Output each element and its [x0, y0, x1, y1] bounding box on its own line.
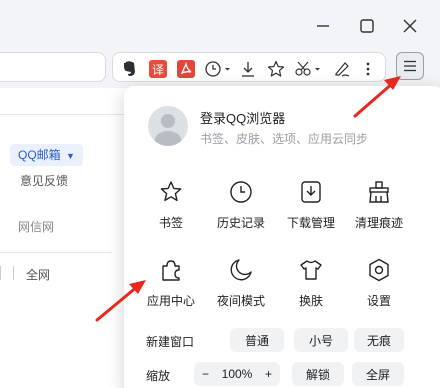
shirt-icon: [297, 256, 325, 284]
menu-item-label: 历史记录: [216, 216, 265, 230]
avatar[interactable]: [148, 106, 188, 146]
translate-icon[interactable]: 译: [147, 58, 169, 80]
wangxin-link[interactable]: 网信网: [18, 218, 54, 235]
favorite-star-icon[interactable]: [265, 58, 287, 80]
clock-icon: [227, 178, 255, 206]
fullscreen-button[interactable]: 全屏: [352, 362, 404, 386]
history-icon[interactable]: [203, 58, 233, 80]
menu-item-downloads[interactable]: 下载管理: [278, 174, 344, 234]
chevron-down-icon: ▼: [66, 151, 75, 161]
moon-icon: [227, 256, 255, 284]
extension-bar: 译: [112, 52, 386, 82]
new-window-small-button[interactable]: 小号: [294, 328, 348, 352]
qqmail-label: QQ邮箱: [18, 148, 61, 162]
zoom-in-button[interactable]: +: [265, 367, 272, 381]
menu-item-label: 换肤: [298, 294, 323, 308]
more-dots-icon[interactable]: [357, 58, 379, 80]
menu-item-clear-traces[interactable]: 清理痕迹: [346, 174, 412, 234]
settings-hexagon-icon: [365, 256, 393, 284]
toolbar: 译: [0, 48, 440, 88]
evernote-icon[interactable]: [119, 58, 141, 80]
login-title[interactable]: 登录QQ浏览器: [200, 108, 285, 127]
zoom-value: 100%: [221, 367, 253, 381]
close-icon[interactable]: [393, 10, 427, 42]
star-icon: [157, 178, 185, 206]
zoom-label: 缩放: [146, 369, 171, 383]
download-icon: [297, 178, 325, 206]
screenshot-scissors-icon[interactable]: [293, 58, 323, 80]
address-bar[interactable]: [0, 52, 106, 82]
minimize-icon[interactable]: [306, 10, 340, 42]
divider: [0, 252, 112, 253]
pdf-icon[interactable]: [175, 58, 197, 80]
browser-menu: 登录QQ浏览器 书签、皮肤、选项、应用云同步 书签 历史记录 下载管理 清理痕迹…: [124, 86, 440, 388]
menu-item-label: 书签: [158, 216, 183, 230]
menu-item-label: 夜间模式: [216, 294, 265, 308]
menu-item-history[interactable]: 历史记录: [208, 174, 274, 234]
menu-item-label: 下载管理: [286, 216, 335, 230]
feedback-link[interactable]: 意见反馈: [20, 172, 68, 189]
title-bar: [0, 0, 440, 48]
menu-item-app-center[interactable]: 应用中心: [138, 252, 204, 312]
menu-item-bookmarks[interactable]: 书签: [138, 174, 204, 234]
puzzle-icon: [157, 256, 185, 284]
maximize-icon[interactable]: [350, 10, 384, 42]
divider: [0, 266, 1, 280]
menu-item-night-mode[interactable]: 夜间模式: [208, 252, 274, 312]
new-window-normal-button[interactable]: 普通: [230, 328, 284, 352]
divider: [13, 266, 14, 280]
translate-glyph: 译: [149, 60, 167, 78]
zoom-out-button[interactable]: −: [202, 367, 209, 381]
menu-item-label: 清理痕迹: [354, 216, 403, 230]
hamburger-menu-icon[interactable]: [396, 52, 424, 80]
menu-item-label: 应用中心: [146, 294, 195, 308]
menu-item-settings[interactable]: 设置: [346, 252, 412, 312]
whole-net-tab[interactable]: 全网: [26, 266, 50, 283]
download-icon[interactable]: [237, 58, 259, 80]
zoom-control: − 100% +: [194, 362, 280, 386]
broom-icon: [365, 178, 393, 206]
menu-item-label: 设置: [366, 294, 391, 308]
new-window-incognito-button[interactable]: 无痕: [354, 328, 404, 352]
sign-pen-icon[interactable]: [331, 58, 353, 80]
menu-item-skin[interactable]: 换肤: [278, 252, 344, 312]
qqmail-button[interactable]: QQ邮箱 ▼: [10, 144, 83, 166]
new-window-label: 新建窗口: [146, 335, 195, 349]
unlock-button[interactable]: 解锁: [292, 362, 344, 386]
login-subtitle: 书签、皮肤、选项、应用云同步: [200, 132, 369, 146]
